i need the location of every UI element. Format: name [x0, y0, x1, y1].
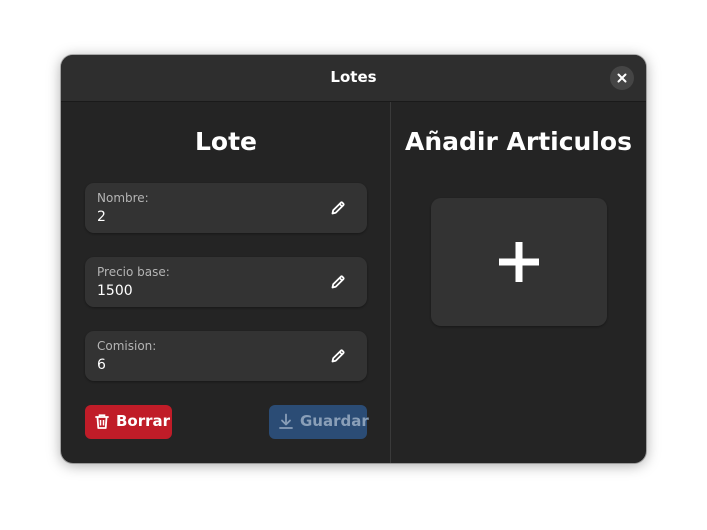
window-title: Lotes [330, 68, 377, 86]
titlebar: Lotes [61, 55, 646, 102]
guardar-button[interactable]: Guardar [269, 405, 369, 439]
pencil-icon[interactable] [329, 273, 347, 291]
anadir-articulos-heading: Añadir Articulos [405, 127, 632, 156]
nombre-field[interactable]: Nombre: 2 [85, 183, 367, 233]
nombre-value[interactable]: 2 [97, 209, 106, 225]
precio-base-field[interactable]: Precio base: 1500 [85, 257, 367, 307]
pencil-icon[interactable] [329, 199, 347, 217]
trash-icon [95, 414, 109, 429]
nombre-label: Nombre: [97, 191, 149, 205]
comision-field[interactable]: Comision: 6 [85, 331, 367, 381]
panel-divider [390, 102, 391, 463]
download-icon [279, 413, 293, 429]
pencil-icon[interactable] [329, 347, 347, 365]
close-icon [617, 73, 627, 83]
add-articulo-button[interactable] [431, 198, 607, 326]
precio-base-label: Precio base: [97, 265, 170, 279]
guardar-label: Guardar [300, 412, 369, 430]
comision-value[interactable]: 6 [97, 357, 106, 373]
borrar-button[interactable]: Borrar [85, 405, 172, 439]
lote-heading: Lote [194, 127, 257, 156]
lotes-window: Lotes Lote Nombre: 2 Precio base: 1500 C… [61, 55, 646, 463]
plus-icon [499, 242, 539, 282]
borrar-label: Borrar [116, 412, 171, 430]
comision-label: Comision: [97, 339, 157, 353]
precio-base-value[interactable]: 1500 [97, 283, 133, 299]
close-button[interactable] [610, 66, 634, 90]
